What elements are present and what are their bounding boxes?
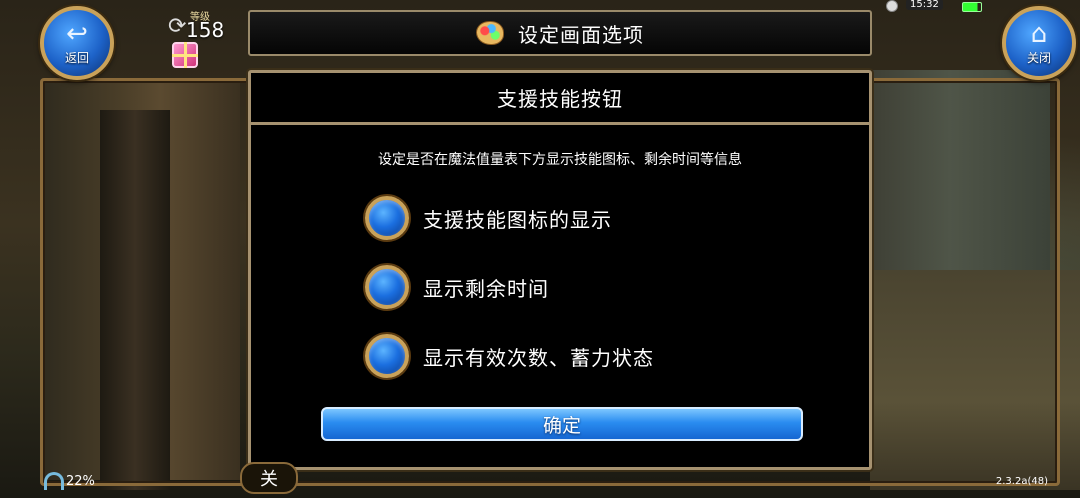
back-arrow-icon: ↩ [66,18,88,49]
radio-on-icon[interactable] [365,334,409,378]
palette-icon [476,21,504,45]
option-remaining-time[interactable]: 显示剩余时间 [365,264,549,310]
radio-on-icon[interactable] [365,196,409,240]
dialog-header: 支援技能按钮 [251,73,869,125]
close-button-label: 关闭 [1026,50,1051,65]
dialog-title: 支援技能按钮 [497,87,623,111]
option-label: 显示有效次数、蓄力状态 [423,345,654,370]
settings-dialog: 支援技能按钮 设定是否在魔法值量表下方显示技能图标、剩余时间等信息 支援技能图标… [248,70,872,470]
dialog-description: 设定是否在魔法值量表下方显示技能图标、剩余时间等信息 [378,152,742,168]
level-swirl-icon: ⟳ [168,14,187,39]
clock-text: 15:32 [906,0,943,10]
screen-title-bar: 设定画面选项 [248,10,872,56]
clock-icon [886,0,898,12]
level-value: 158 [186,18,225,42]
battery-icon [962,2,982,12]
status-area: 15:32 [880,0,1000,14]
signal-icon [44,472,64,490]
option-label: 显示剩余时间 [423,276,549,301]
back-button[interactable]: ↩ 返回 [40,6,114,80]
option-label: 支援技能图标的显示 [423,207,612,232]
close-button[interactable]: ⌂ 关闭 [1002,6,1076,80]
confirm-button[interactable]: 确定 [321,407,803,441]
radio-on-icon[interactable] [365,265,409,309]
option-charge-status[interactable]: 显示有效次数、蓄力状态 [365,333,654,379]
off-toggle[interactable]: 关 [240,462,298,494]
gift-icon[interactable] [172,42,198,68]
percent-text: 22% [66,474,95,489]
screen-title: 设定画面选项 [518,22,644,47]
home-icon: ⌂ [1030,18,1048,49]
player-level: ⟳ 等级 158 [158,2,248,72]
version-text: 2.3.2a(48) [995,476,1048,487]
option-skill-icon-display[interactable]: 支援技能图标的显示 [365,195,612,241]
back-button-label: 返回 [64,50,89,65]
